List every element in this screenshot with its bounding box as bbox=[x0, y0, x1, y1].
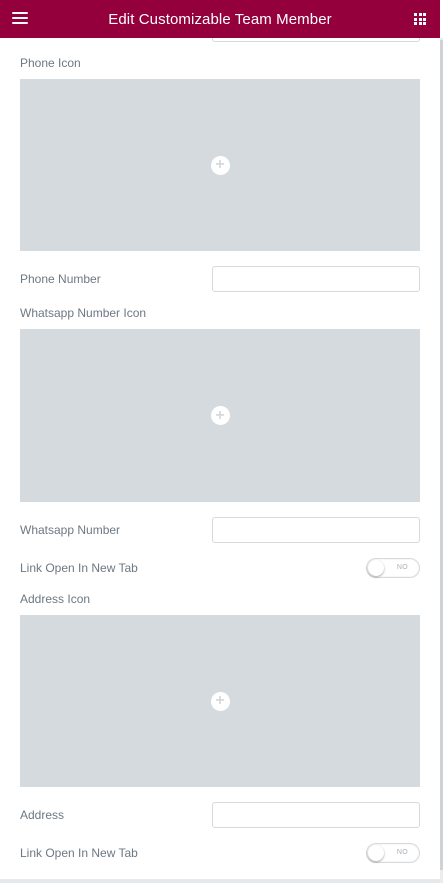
phone-icon-media-picker[interactable]: + bbox=[20, 79, 420, 251]
whatsapp-icon-media-picker[interactable]: + bbox=[20, 329, 420, 502]
previous-input-field[interactable] bbox=[212, 38, 420, 42]
plus-icon[interactable]: + bbox=[210, 406, 230, 425]
phone-number-label: Phone Number bbox=[20, 272, 101, 286]
switch-state-text: NO bbox=[396, 849, 408, 856]
address-new-tab-switch[interactable]: NO bbox=[366, 843, 420, 863]
address-input[interactable] bbox=[212, 802, 420, 828]
plus-icon[interactable]: + bbox=[210, 691, 230, 711]
switch-knob bbox=[368, 845, 384, 861]
whatsapp-number-input[interactable] bbox=[212, 517, 420, 543]
address-label: Address bbox=[20, 808, 65, 822]
address-icon-label: Address Icon bbox=[20, 592, 91, 606]
whatsapp-new-tab-switch[interactable]: NO bbox=[366, 558, 420, 578]
editor-header: Edit Customizable Team Member bbox=[0, 0, 440, 38]
switch-state-text: NO bbox=[396, 564, 408, 571]
whatsapp-number-label: Whatsapp Number bbox=[20, 523, 121, 537]
phone-number-input[interactable] bbox=[212, 266, 420, 292]
panel-title: Edit Customizable Team Member bbox=[108, 10, 332, 28]
whatsapp-icon-label: Whatsapp Number Icon bbox=[20, 306, 147, 320]
switch-knob bbox=[368, 560, 384, 576]
address-icon-media-picker[interactable]: + bbox=[20, 615, 420, 787]
whatsapp-new-tab-label: Link Open In New Tab bbox=[20, 561, 138, 575]
phone-icon-label: Phone Icon bbox=[20, 56, 81, 70]
address-new-tab-label: Link Open In New Tab bbox=[20, 846, 138, 860]
panel-bottom-edge bbox=[0, 879, 440, 883]
plus-icon[interactable]: + bbox=[210, 155, 230, 175]
hamburger-menu-icon[interactable] bbox=[12, 12, 28, 26]
grid-apps-icon[interactable] bbox=[414, 13, 426, 25]
